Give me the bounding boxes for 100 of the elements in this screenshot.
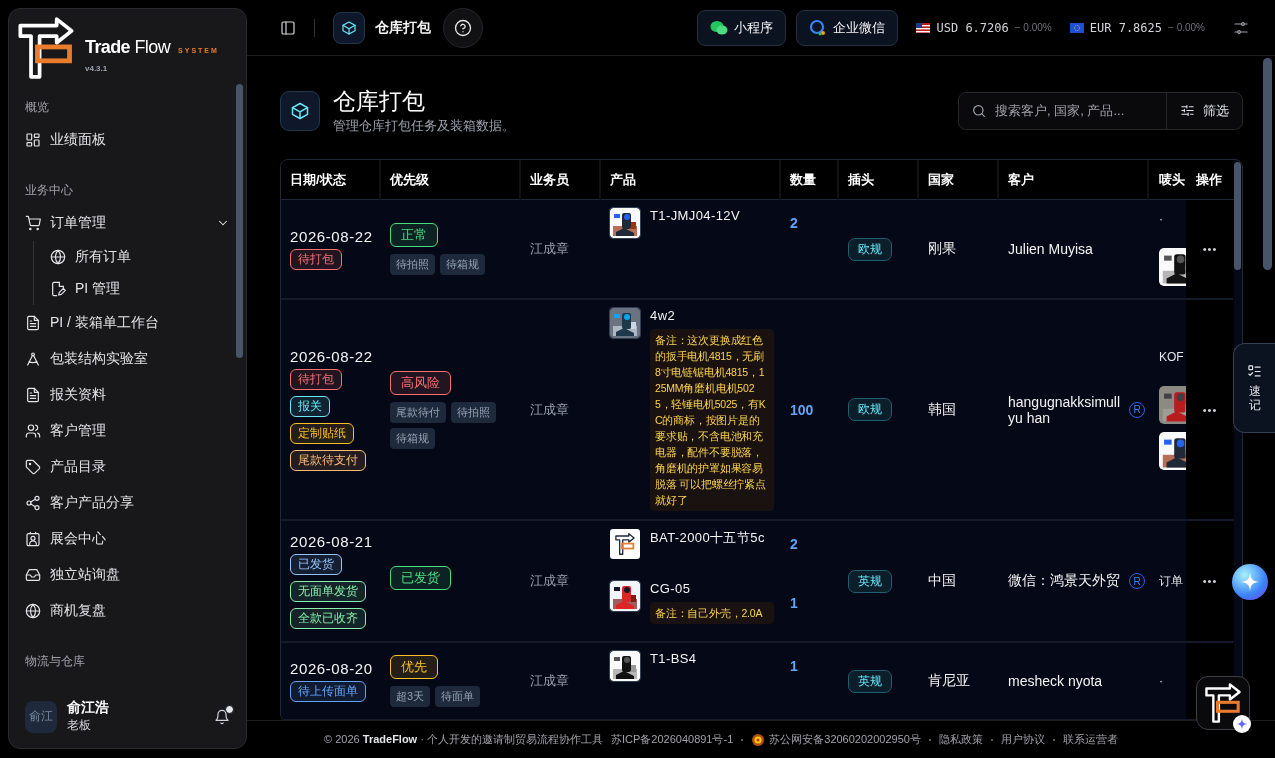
menu-item[interactable]: 客户管理 <box>25 413 230 449</box>
status-tag: 无面单发货 <box>290 581 366 602</box>
status-tag: 已发货 <box>290 554 342 575</box>
date-text: 2026-08-21 <box>290 533 374 550</box>
more-button[interactable]: ••• <box>1202 403 1218 416</box>
status-tag: 尾款待支付 <box>290 450 366 471</box>
quantity-text: 2 <box>789 536 799 552</box>
product-code: CG-05 <box>650 581 692 596</box>
customer-name: 微信：鸿景天外贸 <box>1008 572 1121 590</box>
column-header: 唛头 <box>1149 160 1186 200</box>
page-title: 仓库打包 <box>375 18 431 37</box>
plug-tag: 欧规 <box>848 237 892 261</box>
status-tag: 待上传面单 <box>290 681 366 702</box>
status-tag: 待打包 <box>290 249 342 270</box>
menu-item[interactable]: 报关资料 <box>25 377 230 413</box>
submenu-item[interactable]: PI 管理 <box>50 273 230 305</box>
currency-rate: EUR 7.8625 <box>1089 20 1162 35</box>
section-title: 物流与仓库 <box>25 653 86 670</box>
customer-name: mesheck nyota <box>1008 673 1104 689</box>
section-title: 概览 <box>25 99 50 116</box>
column-header: 客户 <box>999 160 1149 200</box>
status-tag: 定制贴纸 <box>290 423 354 444</box>
currency-rate: USD 6.7206 <box>936 20 1009 35</box>
search-bar[interactable]: 搜索客户, 国家, 产品... 筛选 <box>958 91 1243 130</box>
footer-link[interactable]: 联系运营者 <box>1062 732 1118 747</box>
salesperson-text: 江成章 <box>530 400 570 419</box>
menu-item[interactable]: 客户产品分享 <box>25 485 230 521</box>
status-tag: 待打包 <box>290 369 342 390</box>
product-code: T1-BS4 <box>650 651 697 666</box>
column-header: 优先级 <box>381 160 521 200</box>
menu-item[interactable]: 业绩面板 <box>25 122 230 158</box>
column-header: 业务员 <box>521 160 601 200</box>
date-text: 2026-08-22 <box>290 348 374 365</box>
salesperson-text: 江成章 <box>530 572 570 590</box>
plug-tag: 欧规 <box>848 398 892 421</box>
menu-item[interactable]: 商机复盘 <box>25 593 230 629</box>
salesperson-text: 江成章 <box>530 672 570 690</box>
mark-text: 订单 <box>1159 572 1184 590</box>
mark-text: KOF <box>1159 349 1185 364</box>
country-text: 韩国 <box>928 400 957 419</box>
column-header: 操作 <box>1186 160 1234 200</box>
more-button[interactable]: ••• <box>1202 243 1218 255</box>
filter-button[interactable]: 筛选 <box>1167 92 1242 129</box>
column-header: 国家 <box>919 160 999 200</box>
icp-link[interactable]: 苏ICP备2026040891号-1 <box>610 732 734 747</box>
brand-name: Trade Flow <box>85 37 171 58</box>
column-header: 数量 <box>781 160 839 200</box>
quick-notes-tab[interactable]: 速记 <box>1233 343 1275 433</box>
quantity-text: 1 <box>789 658 799 674</box>
plug-tag: 英规 <box>848 569 892 593</box>
page-heading: 仓库打包 <box>333 87 426 116</box>
more-button[interactable]: ••• <box>1202 575 1218 587</box>
column-header: 插头 <box>839 160 919 200</box>
salesperson-text: 江成章 <box>530 240 570 258</box>
country-text: 中国 <box>928 572 957 590</box>
flag-tag: 超3天 <box>390 686 431 707</box>
priority-tag: 优先 <box>390 655 438 679</box>
status-tag: 报关 <box>290 396 330 417</box>
avatar[interactable]: 俞江 <box>25 700 57 733</box>
product-code: T1-JMJ04-12V <box>650 208 741 223</box>
priority-tag: 已发货 <box>390 565 451 590</box>
status-tag: 全款已收齐 <box>290 608 366 629</box>
product-code: BAT-2000十五节5c <box>650 529 765 547</box>
rate-change: − 0.00% <box>1168 22 1205 33</box>
customer-name: Julien Muyisa <box>1008 241 1094 257</box>
country-text: 肯尼亚 <box>928 672 971 690</box>
page-subtitle: 管理仓库打包任务及装箱数据。 <box>333 117 516 135</box>
police-record-link[interactable]: 苏公网安备32060202002950号 <box>769 732 921 747</box>
search-field[interactable]: 搜索客户, 国家, 产品... <box>995 92 1165 129</box>
menu-item[interactable]: 独立站询盘 <box>25 557 230 593</box>
quantity-text: 2 <box>789 215 799 231</box>
version-label: v4.3.1 <box>85 64 109 73</box>
copyright-text: © 2026 TradeFlow · 个人开发的邀请制贸易流程协作工具 <box>324 732 603 747</box>
mark-text: · <box>1159 674 1164 688</box>
footer-link[interactable]: 用户协议 <box>1000 732 1045 747</box>
user-name: 俞江浩 <box>67 699 110 717</box>
wecom-button[interactable]: 企业微信 <box>796 9 899 46</box>
menu-item[interactable]: 产品目录 <box>25 449 230 485</box>
date-text: 2026-08-20 <box>290 660 374 677</box>
section-title: 业务中心 <box>25 182 74 199</box>
user-role: 老板 <box>67 717 92 734</box>
product-code: 4w2 <box>650 308 677 323</box>
mark-text: · <box>1159 212 1164 226</box>
priority-tag: 正常 <box>390 223 438 247</box>
customer-name: hangugnakksimullyu han <box>1008 393 1122 426</box>
quantity-text: 100 <box>789 401 815 418</box>
menu-item[interactable]: 展会中心 <box>25 521 230 557</box>
flag-tag: 待拍照 <box>390 254 435 275</box>
column-header: 产品 <box>601 160 781 200</box>
menu-item[interactable]: 订单管理 <box>25 205 230 241</box>
quantity-text: 1 <box>789 594 799 611</box>
flag-tag: 待面单 <box>435 686 481 707</box>
flag-tag: 待箱规 <box>390 427 435 449</box>
footer-link[interactable]: 隐私政策 <box>938 732 983 747</box>
submenu-item[interactable]: 所有订单 <box>50 241 230 273</box>
flag-tag: 待拍照 <box>451 401 496 423</box>
mini-program-button[interactable]: 小程序 <box>697 9 787 46</box>
flag-tag: 待箱规 <box>440 254 485 275</box>
menu-item[interactable]: PI / 装箱单工作台 <box>25 305 230 341</box>
menu-item[interactable]: 包装结构实验室 <box>25 341 230 377</box>
